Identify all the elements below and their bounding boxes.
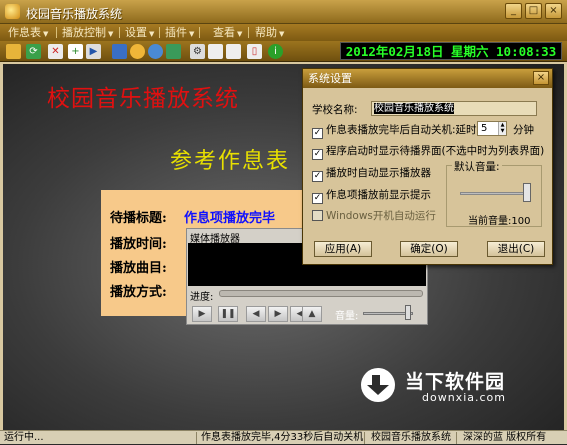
windows-autorun-checkbox[interactable] bbox=[312, 210, 323, 221]
auto-shutdown-option[interactable]: ✓ 作息表播放完毕后自动关机:延时 bbox=[312, 122, 477, 139]
logo-text: 当下软件园 bbox=[405, 371, 506, 393]
pending-title-value: 作息项播放完毕 bbox=[184, 211, 276, 226]
menu-bar: 作息表 ▼ 播放控制 ▼ 设置 ▼ 插件 ▼ 查看 ▼ 帮助 ▼ bbox=[0, 24, 567, 41]
close-button[interactable]: × bbox=[545, 3, 562, 19]
status-bar: 运行中... 作息表播放完毕,4分33秒后自动关机 校园音乐播放系统 深深的蓝 … bbox=[0, 430, 567, 444]
status-copyright: 深深的蓝 版权所有 bbox=[463, 432, 547, 443]
refresh-icon[interactable]: ⟳ bbox=[26, 44, 41, 59]
default-volume-slider[interactable] bbox=[460, 192, 530, 195]
default-volume-label: 默认音量: bbox=[452, 159, 502, 174]
play-mode-label: 播放方式: bbox=[110, 285, 167, 300]
progress-label: 进度: bbox=[190, 292, 214, 303]
clock-icon[interactable] bbox=[130, 44, 145, 59]
window-icon[interactable] bbox=[208, 44, 223, 59]
play-time-label: 播放时间: bbox=[110, 237, 167, 252]
window-title: 校园音乐播放系统 bbox=[26, 7, 123, 21]
current-volume: 当前音量:100 bbox=[468, 216, 531, 227]
apply-button[interactable]: 应用(A) bbox=[314, 241, 372, 257]
status-app-name: 校园音乐播放系统 bbox=[371, 432, 451, 443]
menu-plugins[interactable]: 插件 ▼ bbox=[165, 25, 194, 40]
delete-icon[interactable]: ✕ bbox=[48, 44, 63, 59]
minimize-button[interactable]: _ bbox=[505, 3, 522, 19]
volume-label: 音量: bbox=[335, 311, 359, 322]
dialog-close-button[interactable]: × bbox=[533, 71, 549, 85]
previous-button[interactable]: ◀ bbox=[246, 306, 266, 322]
play-list-icon[interactable]: ▶ bbox=[86, 44, 101, 59]
volume-slider-thumb[interactable] bbox=[405, 305, 411, 320]
globe-icon[interactable] bbox=[148, 44, 163, 59]
delay-unit: 分钟 bbox=[513, 124, 534, 136]
auto-shutdown-checkbox[interactable]: ✓ bbox=[312, 128, 323, 139]
menu-settings[interactable]: 设置 ▼ bbox=[125, 25, 154, 40]
download-icon bbox=[361, 368, 395, 402]
show-prompt-checkbox[interactable]: ✓ bbox=[312, 193, 323, 204]
pending-title-label: 待播标题: bbox=[110, 211, 167, 226]
gear-icon[interactable]: ⚙ bbox=[190, 44, 205, 59]
show-player-checkbox[interactable]: ✓ bbox=[312, 171, 323, 182]
schedule-title: 参考作息表 bbox=[170, 149, 291, 174]
startup-screen-option[interactable]: ✓ 程序启动时显示待播界面(不选中时为列表界面) bbox=[312, 143, 544, 160]
open-folder-icon[interactable] bbox=[6, 44, 21, 59]
settings-dialog: 系统设置 × 学校名称: 校园音乐播放系统 ✓ 作息表播放完毕后自动关机:延时 5… bbox=[302, 68, 553, 265]
windows-autorun-option[interactable]: Windows开机自动运行 bbox=[312, 208, 436, 223]
menu-schedule[interactable]: 作息表 ▼ bbox=[8, 25, 48, 40]
exit-button[interactable]: 退出(C) bbox=[487, 241, 545, 257]
app-window: 校园音乐播放系统 _ □ × 作息表 ▼ 播放控制 ▼ 设置 ▼ 插件 ▼ 查看 ▼ 帮助… bbox=[0, 0, 567, 444]
default-volume-thumb[interactable] bbox=[523, 183, 531, 202]
ok-button[interactable]: 确定(O) bbox=[400, 241, 458, 257]
eject-button[interactable]: ▲ bbox=[302, 306, 322, 322]
logo-domain: downxia.com bbox=[422, 391, 506, 404]
monitor-icon[interactable] bbox=[112, 44, 127, 59]
maximize-button[interactable]: □ bbox=[525, 3, 542, 19]
startup-screen-checkbox[interactable]: ✓ bbox=[312, 149, 323, 160]
info-icon[interactable]: i bbox=[268, 44, 283, 59]
play-button[interactable]: ▶ bbox=[192, 306, 212, 322]
next-button[interactable]: ▶ bbox=[268, 306, 288, 322]
progress-bar[interactable] bbox=[219, 290, 423, 297]
status-running: 运行中... bbox=[4, 432, 44, 443]
clock-display: 2012年02月18日 星期六 10:08:33 bbox=[340, 42, 562, 60]
menu-help[interactable]: 帮助 ▼ bbox=[255, 25, 284, 40]
pause-button[interactable]: ❚❚ bbox=[218, 306, 238, 322]
system-title: 校园音乐播放系统 bbox=[47, 86, 239, 112]
menu-view[interactable]: 查看 ▼ bbox=[213, 25, 242, 40]
school-name-input[interactable]: 校园音乐播放系统 bbox=[371, 101, 537, 116]
site-logo: 当下软件园 downxia.com bbox=[361, 366, 551, 406]
show-prompt-option[interactable]: ✓ 作息项播放前显示提示 bbox=[312, 187, 431, 204]
bookmark-icon[interactable]: ▯ bbox=[247, 44, 262, 59]
add-document-icon[interactable]: + bbox=[68, 44, 83, 59]
school-name-label: 学校名称: bbox=[312, 104, 358, 116]
play-track-label: 播放曲目: bbox=[110, 261, 167, 276]
show-player-option[interactable]: ✓ 播放时自动显示播放器 bbox=[312, 165, 431, 182]
app-icon bbox=[5, 4, 20, 19]
delay-spinner[interactable]: 5 ▲ ▼ bbox=[477, 121, 507, 136]
title-bar: 校园音乐播放系统 _ □ × bbox=[0, 0, 567, 24]
settings-dialog-title: 系统设置 bbox=[303, 69, 552, 88]
image-icon[interactable] bbox=[166, 44, 181, 59]
menu-playback-control[interactable]: 播放控制 ▼ bbox=[62, 25, 113, 40]
document-icon[interactable] bbox=[226, 44, 241, 59]
status-message: 作息表播放完毕,4分33秒后自动关机 bbox=[201, 432, 364, 443]
